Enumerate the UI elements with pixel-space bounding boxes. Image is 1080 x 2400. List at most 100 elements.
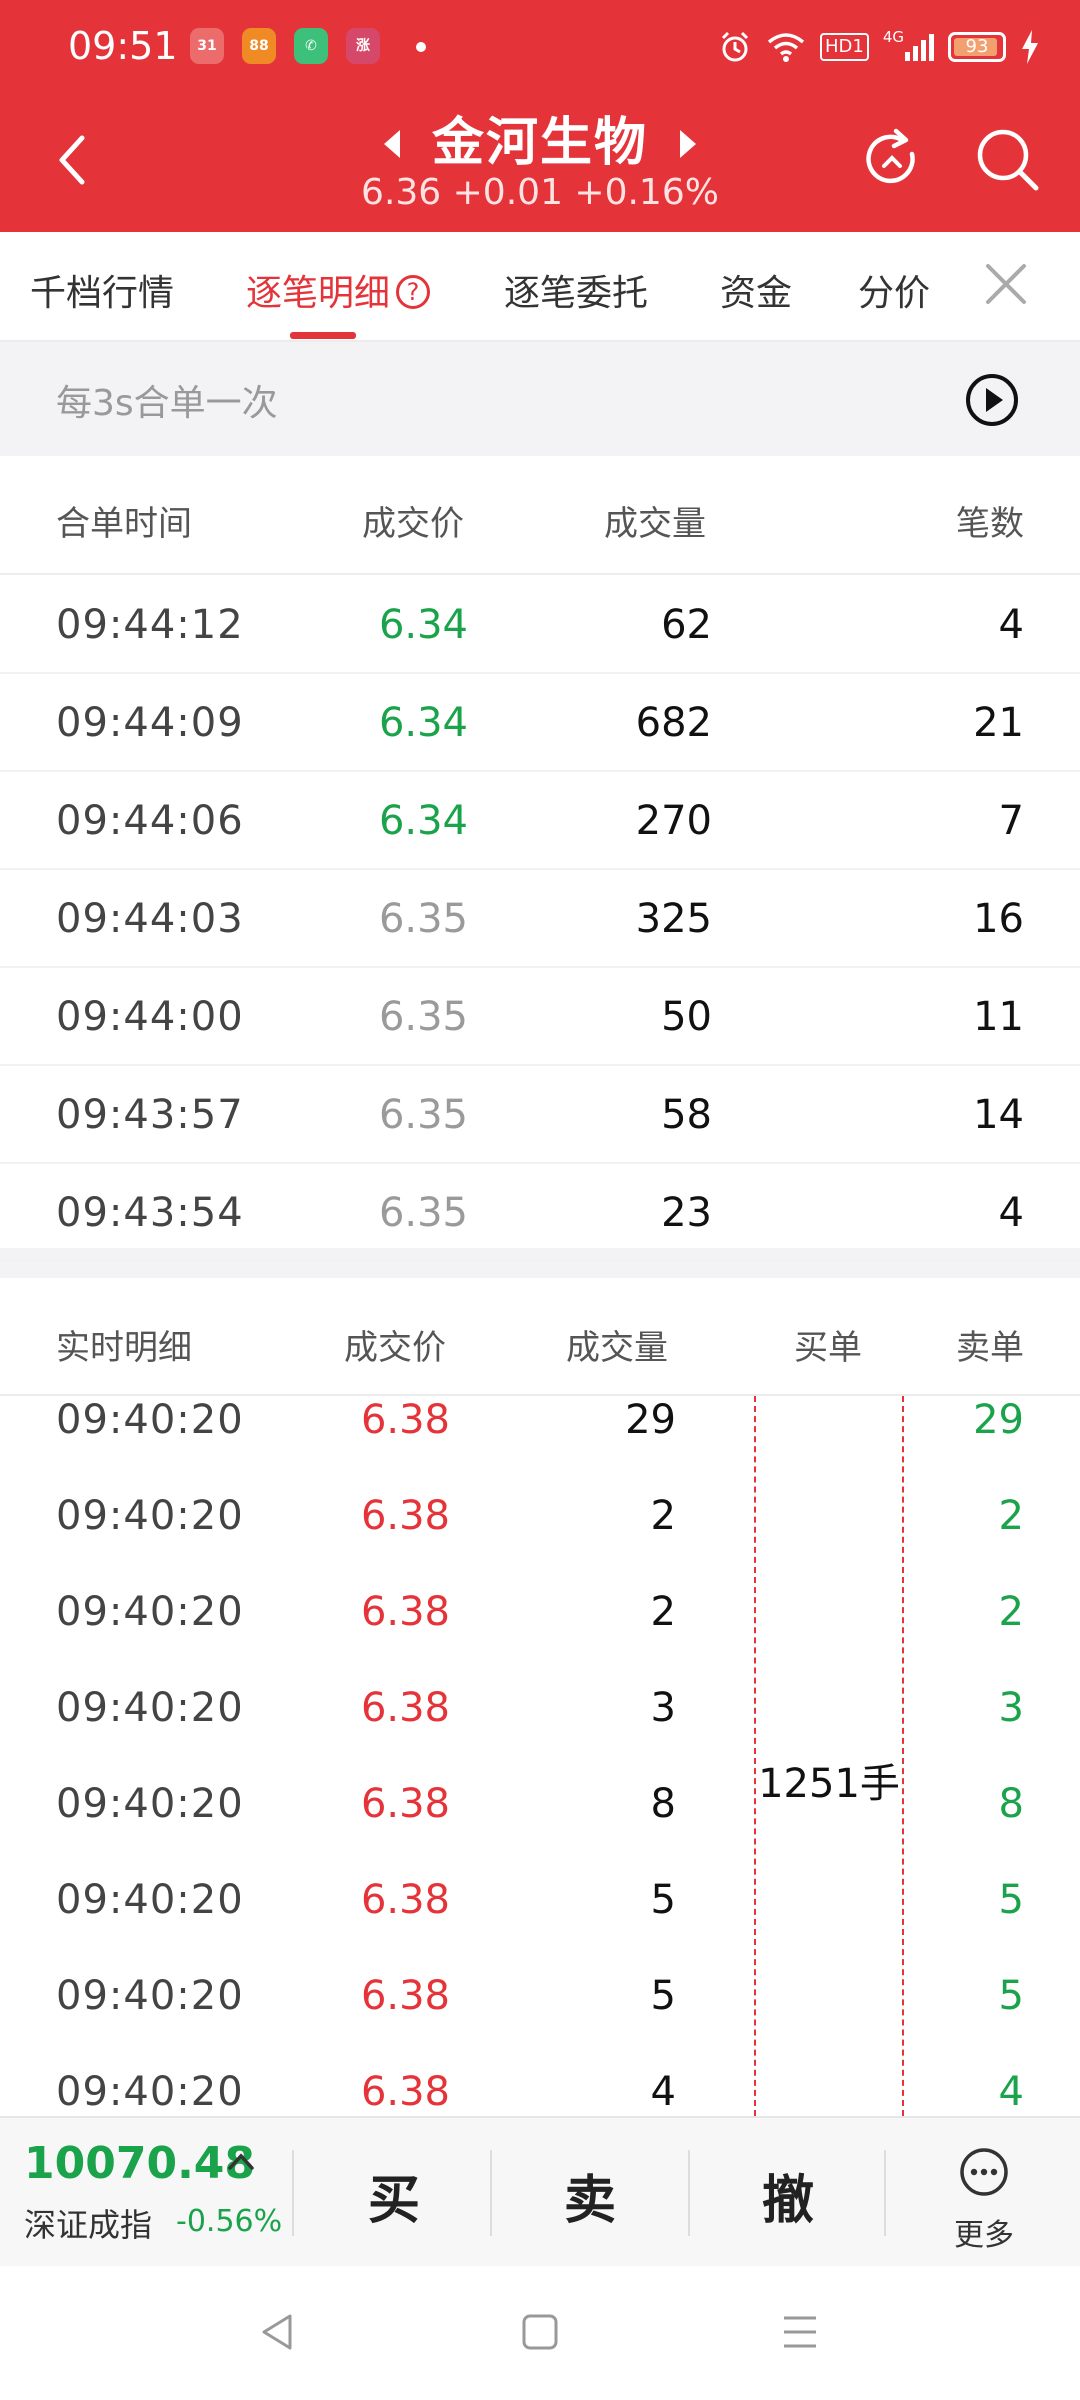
- table-row: 09:40:20 6.38 2 2: [0, 1564, 1080, 1660]
- cell-count: 14: [973, 1092, 1024, 1138]
- notification-dot-icon: [416, 42, 426, 52]
- cell-sell-order: 3: [998, 1685, 1024, 1731]
- app-header: 09:51 31 88 ✆ 涨 HD1 4G 93 金河生物 6.36 +0.0…: [0, 0, 1080, 232]
- cell-price: 6.34: [378, 798, 468, 844]
- header-price: 成交价: [344, 1328, 446, 1368]
- cell-price: 6.38: [360, 1589, 450, 1635]
- buy-order-bracket-right: [902, 1396, 904, 2116]
- cell-time: 09:40:20: [56, 1589, 244, 1635]
- table-row: 09:40:20 6.38 8 8: [0, 1756, 1080, 1852]
- nav-menu-icon[interactable]: [778, 2310, 822, 2354]
- cell-time: 09:43:54: [56, 1190, 244, 1236]
- cell-volume: 5: [650, 1973, 676, 2019]
- tab-funds[interactable]: 资金: [720, 264, 792, 316]
- table-row: 09:43:54 6.35 23 4: [0, 1164, 1080, 1262]
- prev-stock-icon[interactable]: [380, 128, 404, 160]
- divider: [884, 2150, 886, 2236]
- refresh-icon[interactable]: [860, 128, 924, 192]
- table-row: 09:40:20 6.38 29 29: [0, 1396, 1080, 1468]
- cell-count: 7: [998, 798, 1024, 844]
- divider: [490, 2150, 492, 2236]
- header-merge-time: 合单时间: [56, 504, 192, 544]
- cell-price: 6.38: [360, 2069, 450, 2115]
- cell-volume: 682: [635, 700, 712, 746]
- table-row: 09:40:20 6.38 5 5: [0, 1852, 1080, 1948]
- header-realtime: 实时明细: [56, 1328, 192, 1368]
- app-icon: 涨: [346, 28, 380, 64]
- cell-price: 6.38: [360, 1685, 450, 1731]
- tab-tick-orders[interactable]: 逐笔委托: [504, 264, 648, 316]
- cell-volume: 62: [661, 602, 712, 648]
- header-count: 笔数: [956, 504, 1024, 544]
- cell-volume: 325: [635, 896, 712, 942]
- cancel-order-button[interactable]: 撤: [728, 2158, 848, 2233]
- cell-price: 6.35: [378, 1092, 468, 1138]
- header-sell-order: 卖单: [956, 1328, 1024, 1368]
- signal-icon: 4G: [883, 27, 934, 67]
- index-value[interactable]: 10070.48: [24, 2138, 255, 2189]
- cell-sell-order: 5: [998, 1973, 1024, 2019]
- cell-count: 4: [998, 1190, 1024, 1236]
- tab-tick-detail[interactable]: 逐笔明细?: [246, 264, 431, 316]
- cell-sell-order: 8: [998, 1781, 1024, 1827]
- cell-volume: 8: [650, 1781, 676, 1827]
- cell-price: 6.34: [378, 700, 468, 746]
- cell-time: 09:40:20: [56, 1781, 244, 1827]
- header-price: 成交价: [362, 504, 464, 544]
- cell-price: 6.38: [360, 1493, 450, 1539]
- nav-home-icon[interactable]: [518, 2310, 562, 2354]
- nav-back-icon[interactable]: [256, 2310, 300, 2354]
- search-icon[interactable]: [974, 126, 1040, 192]
- index-name: 深证成指: [24, 2206, 153, 2244]
- cell-volume: 2: [650, 1589, 676, 1635]
- table-row: 09:40:20 6.38 3 3: [0, 1660, 1080, 1756]
- wifi-icon: [766, 27, 806, 67]
- table-row: 09:40:20 6.38 2 2: [0, 1468, 1080, 1564]
- more-icon[interactable]: [958, 2146, 1010, 2198]
- merge-setting-bar: 每3s合单一次: [0, 342, 1080, 456]
- buy-button[interactable]: 买: [334, 2158, 454, 2233]
- buy-order-total: 1251手: [758, 1761, 900, 1807]
- cell-price: 6.38: [360, 1781, 450, 1827]
- cell-time: 09:40:20: [56, 1685, 244, 1731]
- cell-count: 16: [973, 896, 1024, 942]
- index-change: -0.56%: [176, 2204, 283, 2239]
- sell-button[interactable]: 卖: [530, 2158, 650, 2233]
- cell-price: 6.34: [378, 602, 468, 648]
- tab-price-distribution[interactable]: 分价: [858, 264, 930, 316]
- merge-interval-label: 每3s合单一次: [56, 383, 278, 424]
- status-icons: HD1 4G 93: [718, 22, 1040, 72]
- header-volume: 成交量: [566, 1328, 668, 1368]
- cell-volume: 2: [650, 1493, 676, 1539]
- cell-volume: 3: [650, 1685, 676, 1731]
- play-icon[interactable]: [964, 372, 1020, 428]
- charging-icon: [1020, 27, 1040, 67]
- cell-volume: 23: [661, 1190, 712, 1236]
- realtime-table-body[interactable]: 09:40:20 6.38 4 4 09:40:20 6.38 5 5 09:40:20 6.38…: [0, 1396, 1080, 2116]
- tab-tick-detail-label: 逐笔明细: [246, 273, 391, 314]
- tab-order-book[interactable]: 千档行情: [30, 264, 174, 316]
- cell-price: 6.35: [378, 994, 468, 1040]
- cell-sell-order: 4: [998, 2069, 1024, 2115]
- close-icon[interactable]: [984, 262, 1028, 306]
- system-nav-bar: [0, 2266, 1080, 2400]
- divider: [292, 2150, 294, 2236]
- more-button[interactable]: 更多: [934, 2210, 1034, 2254]
- status-time: 09:51: [68, 24, 178, 68]
- cell-time: 09:40:20: [56, 1973, 244, 2019]
- cell-price: 6.35: [378, 896, 468, 942]
- cell-volume: 4: [650, 2069, 676, 2115]
- cell-volume: 58: [661, 1092, 712, 1138]
- status-bar: 09:51 31 88 ✆ 涨 HD1 4G 93: [0, 0, 1080, 96]
- cell-volume: 5: [650, 1877, 676, 1923]
- cell-time: 09:44:06: [56, 798, 244, 844]
- cell-time: 09:44:12: [56, 602, 244, 648]
- cell-time: 09:44:03: [56, 896, 244, 942]
- cell-time: 09:40:20: [56, 1397, 244, 1443]
- chevron-up-icon[interactable]: [226, 2150, 256, 2174]
- cell-sell-order: 5: [998, 1877, 1024, 1923]
- table-row: 09:44:12 6.34 62 4: [0, 576, 1080, 674]
- next-stock-icon[interactable]: [676, 128, 700, 160]
- help-icon[interactable]: ?: [396, 275, 431, 309]
- cell-sell-order: 29: [973, 1397, 1024, 1443]
